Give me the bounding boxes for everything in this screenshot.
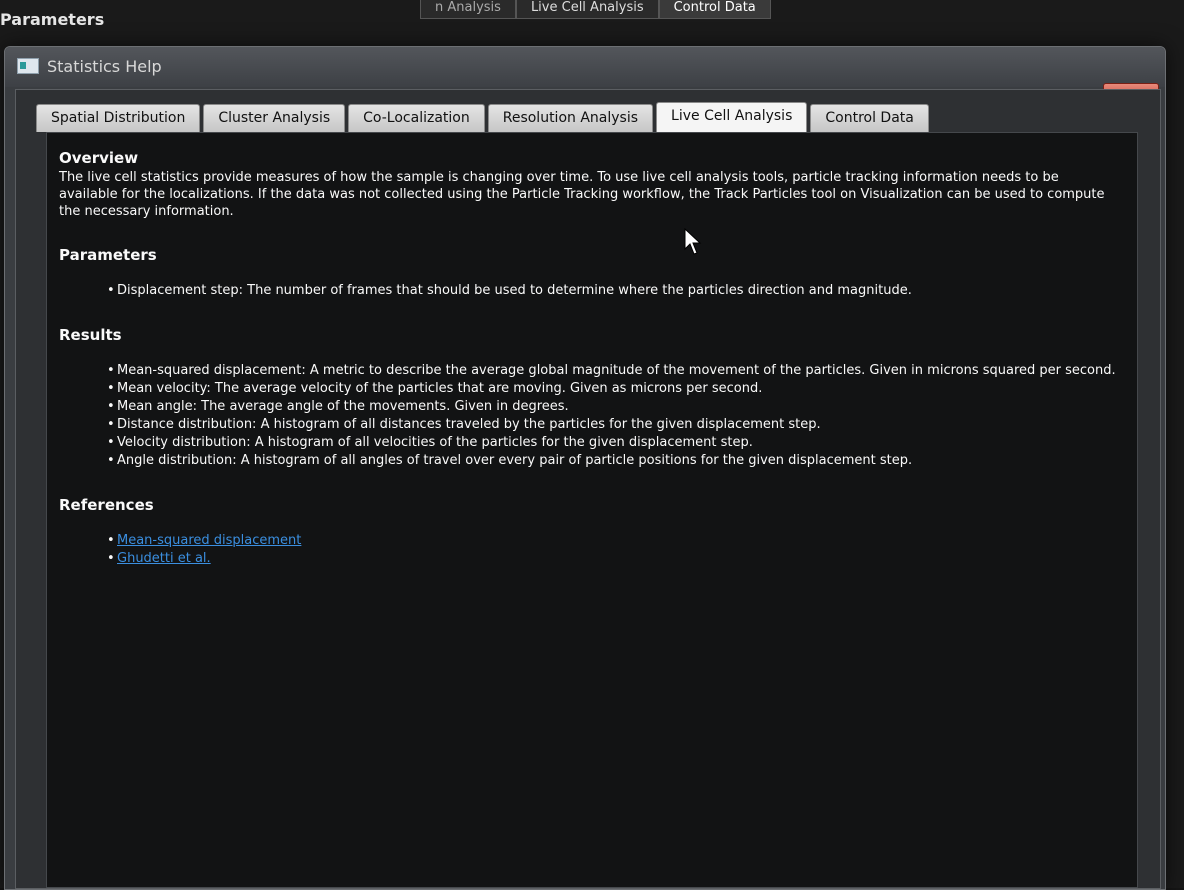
- tab-spatial-distribution[interactable]: Spatial Distribution: [36, 104, 201, 132]
- dialog-titlebar[interactable]: Statistics Help: [5, 47, 1165, 87]
- help-tab-strip: Spatial Distribution Cluster Analysis Co…: [36, 102, 932, 132]
- dialog-title: Statistics Help: [47, 57, 162, 76]
- mouse-pointer-icon: [684, 228, 702, 255]
- list-item: Velocity distribution: A histogram of al…: [107, 434, 1115, 452]
- background-tab-control-data[interactable]: Control Data: [658, 0, 771, 19]
- results-section: Results Mean-squared displacement: A met…: [59, 326, 1116, 470]
- parameters-section: Parameters Displacement step: The number…: [59, 246, 1115, 300]
- overview-heading: Overview: [59, 149, 139, 167]
- background-tab-analysis[interactable]: n Analysis: [420, 0, 516, 19]
- list-item: Displacement step: The number of frames …: [107, 282, 1115, 300]
- list-item: Angle distribution: A histogram of all a…: [107, 452, 1115, 470]
- background-tab-live-cell[interactable]: Live Cell Analysis: [515, 0, 659, 19]
- help-content-panel[interactable]: Overview The live cell statistics provid…: [46, 132, 1138, 888]
- references-section: References Mean-squared displacement Ghu…: [59, 496, 1115, 568]
- list-item: Distance distribution: A histogram of al…: [107, 416, 1115, 434]
- list-item: Mean angle: The average angle of the mov…: [107, 398, 1115, 416]
- tab-resolution-analysis[interactable]: Resolution Analysis: [487, 104, 654, 132]
- tab-co-localization[interactable]: Co-Localization: [348, 104, 485, 132]
- reference-item: Ghudetti et al.: [107, 550, 1115, 568]
- tab-cluster-analysis[interactable]: Cluster Analysis: [203, 104, 346, 132]
- overview-text: The live cell statistics provide measure…: [59, 170, 1105, 219]
- statistics-help-dialog: Statistics Help x Spatial Distribution C…: [4, 46, 1166, 890]
- list-item: Mean-squared displacement: A metric to d…: [107, 362, 1116, 380]
- tab-live-cell-analysis[interactable]: Live Cell Analysis: [656, 102, 808, 132]
- results-list: Mean-squared displacement: A metric to d…: [59, 362, 1116, 470]
- dialog-body: Spatial Distribution Cluster Analysis Co…: [15, 89, 1161, 889]
- tab-control-data[interactable]: Control Data: [810, 104, 929, 132]
- reference-link-ghudetti[interactable]: Ghudetti et al.: [117, 551, 211, 566]
- references-list: Mean-squared displacement Ghudetti et al…: [59, 532, 1115, 568]
- parameters-list: Displacement step: The number of frames …: [59, 282, 1115, 300]
- list-item: Mean velocity: The average velocity of t…: [107, 380, 1115, 398]
- reference-link-msd[interactable]: Mean-squared displacement: [117, 533, 301, 548]
- results-heading: Results: [59, 326, 122, 344]
- background-title: Parameters: [0, 10, 105, 29]
- background-tab-strip: n Analysis Live Cell Analysis Control Da…: [420, 0, 771, 20]
- references-heading: References: [59, 496, 154, 514]
- reference-item: Mean-squared displacement: [107, 532, 1115, 550]
- parameters-heading: Parameters: [59, 246, 157, 264]
- app-window-icon: [17, 58, 39, 74]
